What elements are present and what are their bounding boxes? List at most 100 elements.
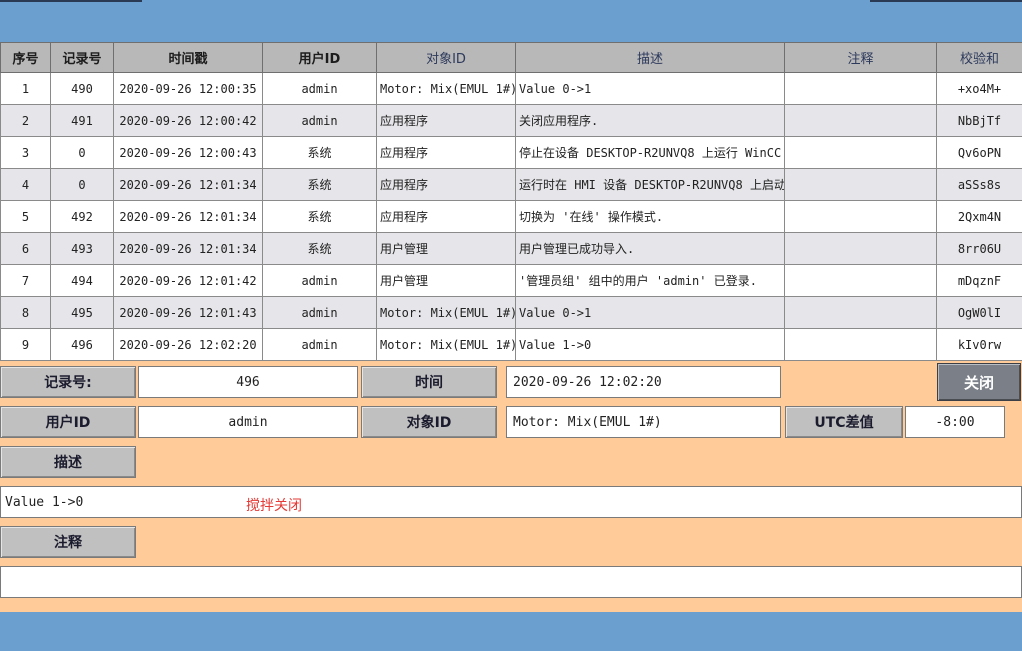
- cell-timestamp: 2020-09-26 12:01:42: [113, 264, 263, 297]
- cell-timestamp: 2020-09-26 12:00:35: [113, 72, 263, 105]
- cell-seq: 7: [0, 264, 51, 297]
- cell-checksum: OgW0lI: [936, 296, 1022, 329]
- top-bar-marker-right: [870, 0, 1022, 2]
- cell-seq: 4: [0, 168, 51, 201]
- header-user-id[interactable]: 用户ID: [262, 42, 377, 73]
- header-note[interactable]: 注释: [784, 42, 937, 73]
- cell-description: '管理员组' 组中的用户 'admin' 已登录.: [515, 264, 785, 297]
- cell-record: 495: [50, 296, 114, 329]
- time-label: 时间: [361, 366, 497, 398]
- description-label: 描述: [0, 446, 136, 478]
- header-timestamp[interactable]: 时间戳: [113, 42, 263, 73]
- cell-user-id: admin: [262, 328, 377, 361]
- header-checksum[interactable]: 校验和: [936, 42, 1022, 73]
- cell-description: 切换为 '在线' 操作模式.: [515, 200, 785, 233]
- cell-checksum: 8rr06U: [936, 232, 1022, 265]
- record-value-field: 496: [138, 366, 358, 398]
- cell-checksum: 2Qxm4N: [936, 200, 1022, 233]
- cell-description: Value 0->1: [515, 72, 785, 105]
- table-row[interactable]: 6 493 2020-09-26 12:01:34 系统 用户管理 用户管理已成功导入. 8…: [0, 232, 1022, 265]
- cell-seq: 3: [0, 136, 51, 169]
- cell-seq: 5: [0, 200, 51, 233]
- cell-object-id: 应用程序: [376, 168, 516, 201]
- table-row[interactable]: 4 0 2020-09-26 12:01:34 系统 应用程序 运行时在 HMI 设备 D…: [0, 168, 1022, 201]
- table-row[interactable]: 2 491 2020-09-26 12:00:42 admin 应用程序 关闭应用程序. N…: [0, 104, 1022, 137]
- audit-trail-table: 序号 记录号 时间戳 用户ID 对象ID 描述 注释 校验和 1 490 2020-…: [0, 42, 1022, 361]
- cell-seq: 1: [0, 72, 51, 105]
- cell-seq: 2: [0, 104, 51, 137]
- cell-checksum: +xo4M+: [936, 72, 1022, 105]
- cell-note: [784, 104, 937, 137]
- bottom-bar: [0, 612, 1022, 651]
- note-label: 注释: [0, 526, 136, 558]
- cell-object-id: 用户管理: [376, 264, 516, 297]
- cell-object-id: 应用程序: [376, 136, 516, 169]
- table-row[interactable]: 5 492 2020-09-26 12:01:34 系统 应用程序 切换为 '在线' 操作…: [0, 200, 1022, 233]
- cell-description: Value 0->1: [515, 296, 785, 329]
- cell-checksum: NbBjTf: [936, 104, 1022, 137]
- table-row[interactable]: 8 495 2020-09-26 12:01:43 admin Motor: Mix(E…: [0, 296, 1022, 329]
- record-label: 记录号:: [0, 366, 136, 398]
- cell-record: 0: [50, 136, 114, 169]
- user-id-value-field: admin: [138, 406, 358, 438]
- cell-user-id: 系统: [262, 232, 377, 265]
- cell-object-id: Motor: Mix(EMUL 1#): [376, 296, 516, 329]
- cell-record: 493: [50, 232, 114, 265]
- header-seq[interactable]: 序号: [0, 42, 51, 73]
- cell-record: 491: [50, 104, 114, 137]
- cell-note: [784, 200, 937, 233]
- close-button[interactable]: 关闭: [937, 363, 1021, 401]
- cell-user-id: 系统: [262, 168, 377, 201]
- cell-note: [784, 296, 937, 329]
- cell-note: [784, 168, 937, 201]
- cell-timestamp: 2020-09-26 12:00:42: [113, 104, 263, 137]
- table-row[interactable]: 3 0 2020-09-26 12:00:43 系统 应用程序 停止在设备 DESKTOP…: [0, 136, 1022, 169]
- cell-note: [784, 328, 937, 361]
- cell-description: 运行时在 HMI 设备 DESKTOP-R2UNVQ8 上启动: [515, 168, 785, 201]
- utc-offset-label: UTC差值: [785, 406, 903, 438]
- cell-user-id: admin: [262, 72, 377, 105]
- header-object-id[interactable]: 对象ID: [376, 42, 516, 73]
- cell-timestamp: 2020-09-26 12:01:34: [113, 200, 263, 233]
- cell-user-id: admin: [262, 104, 377, 137]
- cell-checksum: aSSs8s: [936, 168, 1022, 201]
- time-value-field: 2020-09-26 12:02:20: [506, 366, 781, 398]
- header-description[interactable]: 描述: [515, 42, 785, 73]
- cell-record: 492: [50, 200, 114, 233]
- cell-timestamp: 2020-09-26 12:00:43: [113, 136, 263, 169]
- cell-timestamp: 2020-09-26 12:01:34: [113, 232, 263, 265]
- description-annotation: 搅拌关闭: [246, 498, 302, 514]
- table-row[interactable]: 1 490 2020-09-26 12:00:35 admin Motor: Mix(E…: [0, 72, 1022, 105]
- cell-record: 0: [50, 168, 114, 201]
- table-body: 1 490 2020-09-26 12:00:35 admin Motor: Mix(E…: [0, 72, 1022, 361]
- cell-record: 496: [50, 328, 114, 361]
- cell-user-id: 系统: [262, 200, 377, 233]
- utc-offset-value-field: -8:00: [905, 406, 1005, 438]
- object-id-value-field: Motor: Mix(EMUL 1#): [506, 406, 781, 438]
- table-row[interactable]: 9 496 2020-09-26 12:02:20 admin Motor: Mix(E…: [0, 328, 1022, 361]
- table-row[interactable]: 7 494 2020-09-26 12:01:42 admin 用户管理 '管理员组' 组…: [0, 264, 1022, 297]
- cell-record: 490: [50, 72, 114, 105]
- cell-seq: 8: [0, 296, 51, 329]
- cell-description: Value 1->0: [515, 328, 785, 361]
- cell-note: [784, 136, 937, 169]
- top-bar-marker-left: [0, 0, 142, 2]
- top-bar: [0, 0, 1022, 42]
- cell-note: [784, 72, 937, 105]
- cell-timestamp: 2020-09-26 12:01:43: [113, 296, 263, 329]
- cell-seq: 6: [0, 232, 51, 265]
- cell-object-id: Motor: Mix(EMUL 1#): [376, 328, 516, 361]
- cell-note: [784, 232, 937, 265]
- cell-object-id: Motor: Mix(EMUL 1#): [376, 72, 516, 105]
- cell-timestamp: 2020-09-26 12:02:20: [113, 328, 263, 361]
- header-record[interactable]: 记录号: [50, 42, 114, 73]
- cell-description: 用户管理已成功导入.: [515, 232, 785, 265]
- cell-object-id: 应用程序: [376, 200, 516, 233]
- cell-checksum: kIv0rw: [936, 328, 1022, 361]
- cell-user-id: admin: [262, 264, 377, 297]
- user-id-label: 用户ID: [0, 406, 136, 438]
- cell-seq: 9: [0, 328, 51, 361]
- cell-object-id: 应用程序: [376, 104, 516, 137]
- description-value-field: Value 1->0: [0, 486, 1022, 518]
- note-input[interactable]: [0, 566, 1022, 598]
